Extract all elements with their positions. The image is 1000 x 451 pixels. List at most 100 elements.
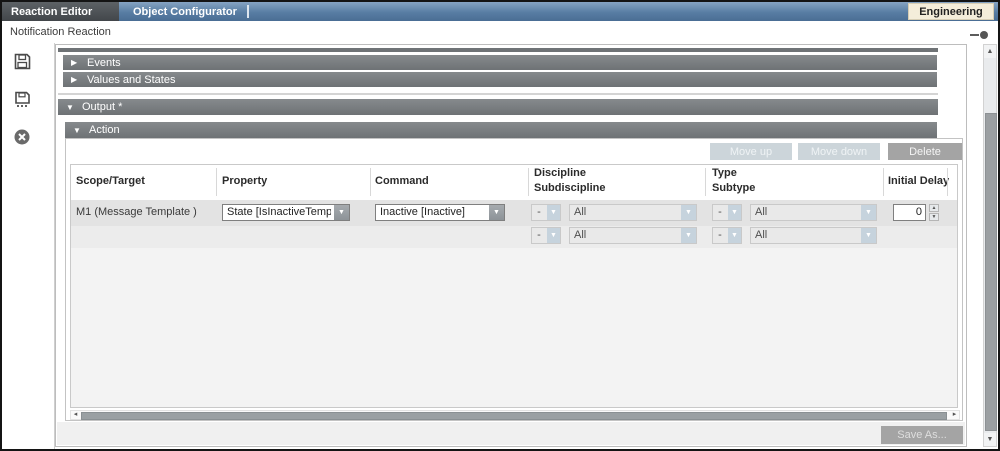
property-dropdown[interactable]: State [IsInactiveTemplate] ▼: [222, 204, 350, 221]
chevron-down-icon: ▼: [489, 205, 504, 220]
horizontal-scrollbar[interactable]: ◂ ▸: [70, 410, 960, 420]
pin-dot: [980, 31, 988, 39]
horizontal-scroll-thumb[interactable]: [81, 412, 947, 420]
col-header-command: Command: [375, 175, 429, 187]
discipline-operator-dropdown[interactable]: - ▼: [531, 204, 561, 221]
col-header-type: Type: [712, 167, 737, 179]
dropdown-value: -: [532, 229, 546, 242]
dropdown-value: -: [713, 206, 727, 219]
chevron-right-icon: ▶: [71, 72, 81, 87]
column-divider: [370, 168, 371, 196]
initial-delay-input[interactable]: 0: [893, 204, 926, 221]
chevron-down-icon: ▼: [334, 205, 349, 220]
tab-reaction-editor[interactable]: Reaction Editor: [2, 2, 119, 21]
save-as-dialog-button[interactable]: Save As...: [881, 426, 963, 444]
column-divider: [883, 168, 884, 196]
chevron-down-icon: ▼: [547, 205, 560, 220]
command-dropdown[interactable]: Inactive [Inactive] ▼: [375, 204, 505, 221]
pin-line: [970, 34, 979, 36]
dropdown-value: -: [532, 206, 546, 219]
column-divider: [947, 168, 948, 196]
col-header-subdiscipline: Subdiscipline: [534, 182, 606, 194]
discard-button[interactable]: [13, 128, 33, 148]
subdiscipline-dropdown[interactable]: All ▼: [569, 227, 697, 244]
delay-spinner: ▲ ▼: [929, 204, 939, 221]
pin-icon[interactable]: [970, 31, 988, 39]
reaction-editor-window: Reaction Editor Object Configurator Engi…: [0, 0, 1000, 451]
type-dropdown[interactable]: All ▼: [750, 204, 877, 221]
chevron-down-icon: ▼: [66, 100, 76, 115]
delete-button[interactable]: Delete: [888, 143, 962, 160]
dropdown-value: All: [574, 229, 678, 242]
col-header-discipline: Discipline: [534, 167, 586, 179]
section-label: Action: [89, 124, 120, 136]
col-header-scope-target: Scope/Target: [76, 175, 145, 187]
section-action[interactable]: ▼ Action: [65, 122, 937, 138]
dropdown-value: All: [574, 206, 678, 219]
divider: [58, 93, 938, 95]
save-as-icon: [13, 90, 32, 109]
vertical-scrollbar[interactable]: ▲ ▼: [983, 44, 997, 447]
chevron-down-icon: ▼: [861, 205, 876, 220]
discard-icon: [13, 128, 31, 146]
dropdown-value: All: [755, 229, 858, 242]
subdiscipline-operator-dropdown[interactable]: - ▼: [531, 227, 561, 244]
column-divider: [216, 168, 217, 196]
table-body-empty: [71, 248, 957, 407]
vertical-scroll-thumb[interactable]: [985, 113, 997, 431]
chevron-down-icon: ▼: [681, 228, 696, 243]
discipline-dropdown[interactable]: All ▼: [569, 204, 697, 221]
col-header-property: Property: [222, 175, 267, 187]
action-table: Scope/Target Property Command Discipline…: [70, 164, 958, 408]
tab-separator: [247, 5, 249, 18]
tab-label: Object Configurator: [133, 6, 237, 18]
save-as-button[interactable]: [13, 90, 33, 110]
save-button[interactable]: [13, 52, 33, 72]
scroll-down-icon[interactable]: ▼: [984, 433, 996, 446]
move-up-button[interactable]: Move up: [710, 143, 792, 160]
section-output[interactable]: ▼ Output *: [58, 99, 938, 115]
move-down-button[interactable]: Move down: [798, 143, 880, 160]
page-title: Notification Reaction: [10, 26, 111, 38]
cell-scope-target: M1 (Message Template ): [76, 206, 197, 218]
scroll-left-icon[interactable]: ◂: [71, 411, 80, 419]
scroll-up-icon[interactable]: ▲: [984, 45, 996, 58]
editor-panel: ▶ Events ▶ Values and States ▼ Output * …: [55, 44, 967, 447]
engineering-button[interactable]: Engineering: [908, 3, 994, 20]
chevron-down-icon: ▼: [728, 228, 741, 243]
section-events[interactable]: ▶ Events: [63, 55, 937, 70]
tab-bar: Reaction Editor Object Configurator Engi…: [2, 2, 998, 21]
save-icon: [13, 52, 32, 71]
dropdown-value: State [IsInactiveTemplate]: [227, 206, 331, 219]
subtype-dropdown[interactable]: All ▼: [750, 227, 877, 244]
action-panel: Move up Move down Delete Scope/Target Pr…: [65, 138, 963, 421]
initial-delay-field: 0 ▲ ▼: [893, 204, 941, 221]
spinner-up-icon[interactable]: ▲: [929, 204, 939, 212]
section-values-states[interactable]: ▶ Values and States: [63, 72, 937, 87]
breadcrumb-row: Notification Reaction: [2, 21, 998, 43]
bottom-strip: [57, 422, 965, 445]
section-label: Values and States: [87, 74, 175, 86]
chevron-down-icon: ▼: [547, 228, 560, 243]
tab-label: Reaction Editor: [11, 6, 92, 18]
chevron-down-icon: ▼: [681, 205, 696, 220]
chevron-right-icon: ▶: [71, 55, 81, 70]
section-label: Output *: [82, 101, 122, 113]
tab-object-configurator[interactable]: Object Configurator: [119, 2, 251, 21]
type-operator-dropdown[interactable]: - ▼: [712, 204, 742, 221]
chevron-down-icon: ▼: [861, 228, 876, 243]
chevron-down-icon: ▼: [728, 205, 741, 220]
chevron-down-icon: ▼: [73, 123, 83, 138]
scroll-right-icon[interactable]: ▸: [950, 411, 959, 419]
subtype-operator-dropdown[interactable]: - ▼: [712, 227, 742, 244]
spinner-down-icon[interactable]: ▼: [929, 213, 939, 221]
dropdown-value: -: [713, 229, 727, 242]
section-label: Events: [87, 57, 121, 69]
col-header-initial-delay: Initial Delay: [888, 175, 949, 187]
top-strip: [58, 48, 938, 52]
col-header-subtype: Subtype: [712, 182, 755, 194]
dropdown-value: Inactive [Inactive]: [380, 206, 486, 219]
column-divider: [705, 168, 706, 196]
dropdown-value: All: [755, 206, 858, 219]
left-toolbar: [2, 43, 55, 449]
